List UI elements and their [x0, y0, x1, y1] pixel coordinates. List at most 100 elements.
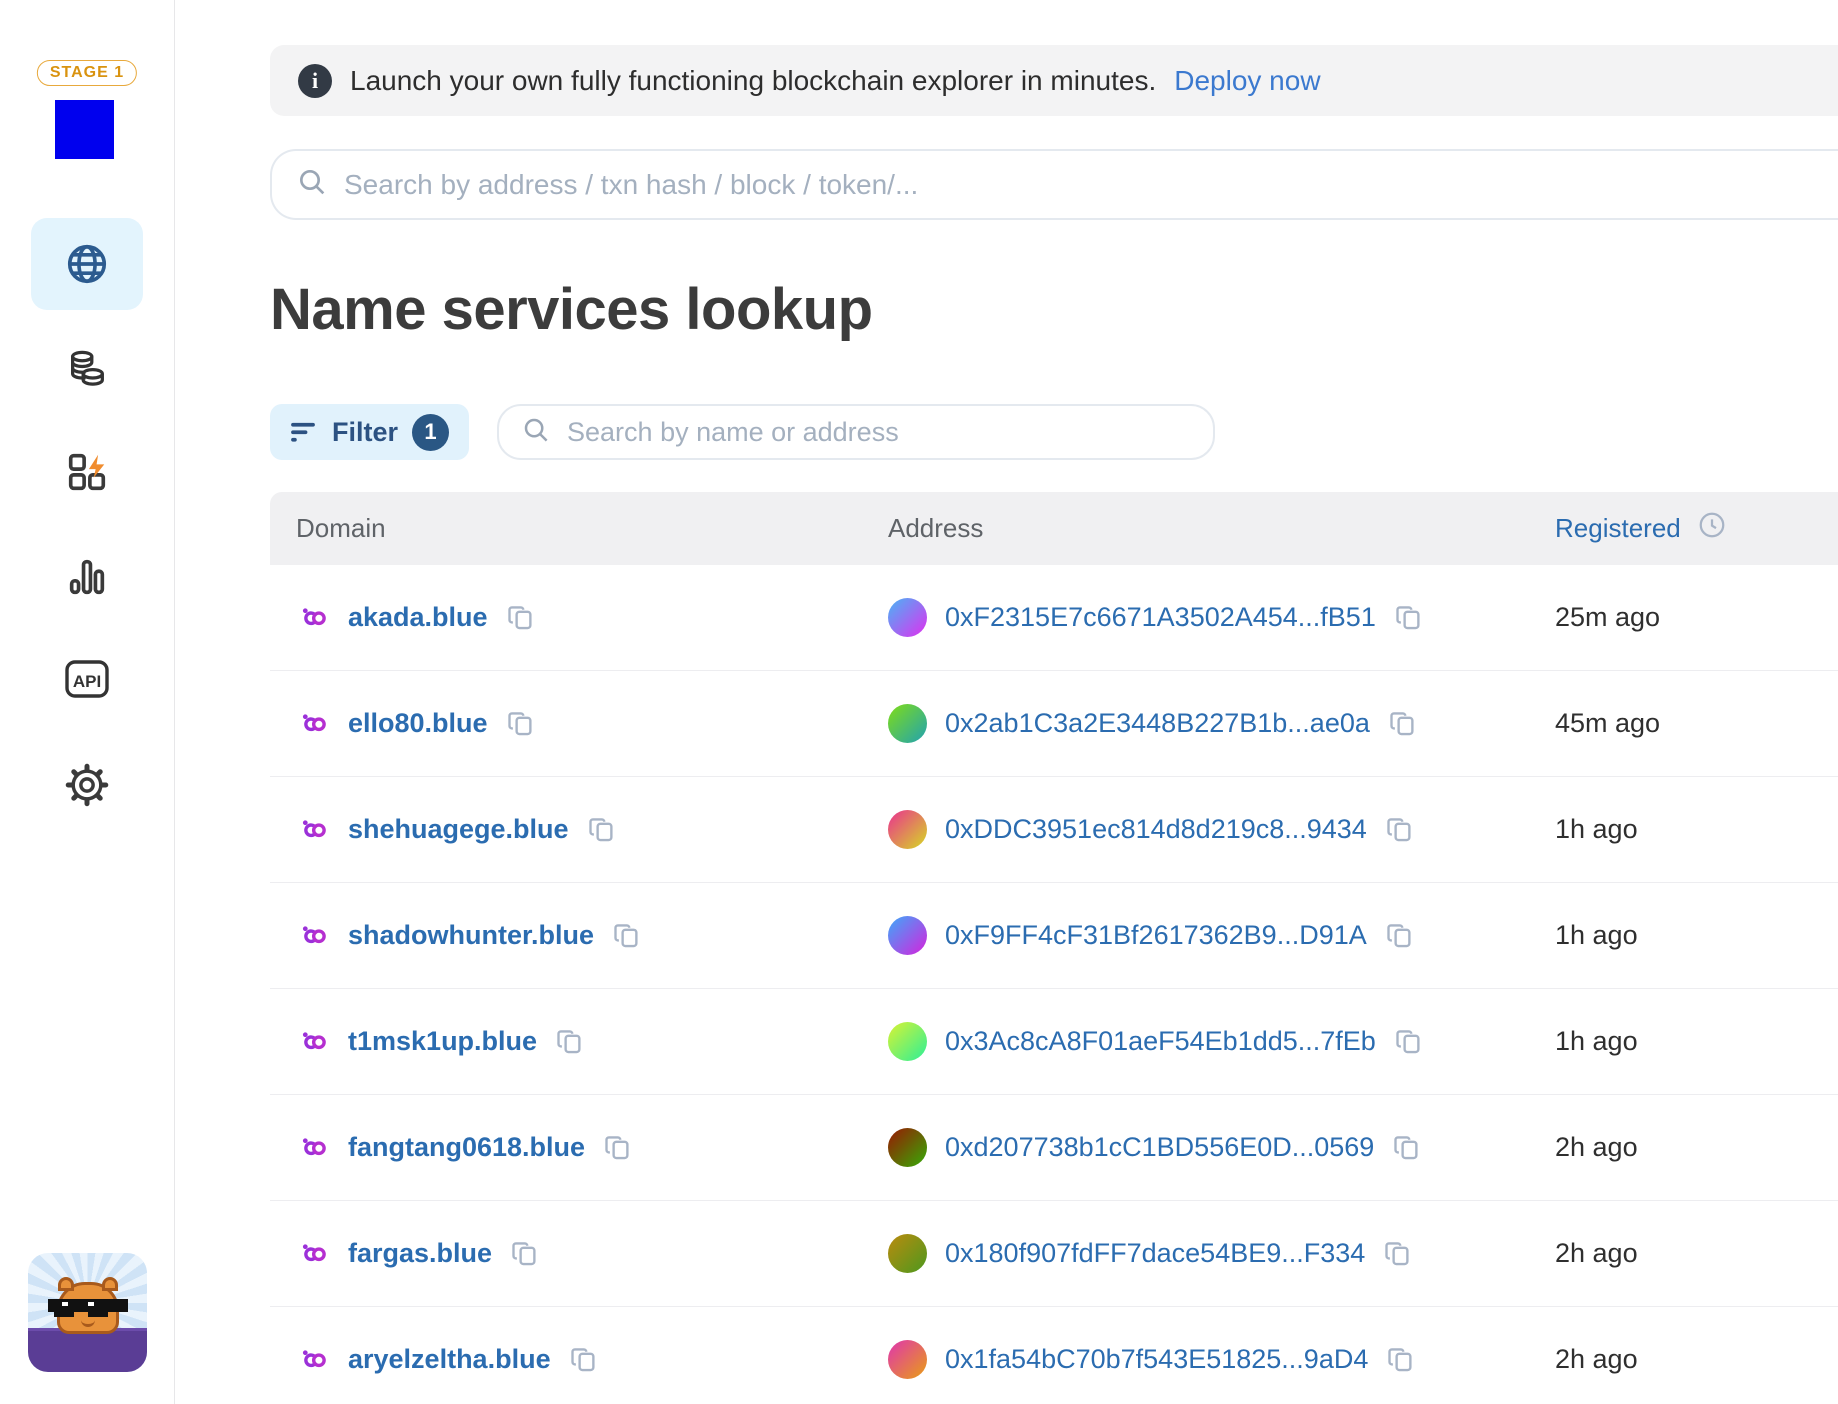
- sidebar-item-tokens[interactable]: [31, 323, 143, 415]
- name-service-icon: [296, 813, 330, 847]
- registered-time: 1h ago: [1555, 920, 1638, 951]
- svg-text:API: API: [73, 672, 101, 691]
- name-service-icon: [296, 1343, 330, 1377]
- domain-link[interactable]: aryelzeltha.blue: [348, 1344, 551, 1375]
- table-row: aryelzeltha.blue 0x1fa54bC70b7f543E51825.…: [270, 1307, 1838, 1404]
- stage-badge: STAGE 1: [37, 60, 137, 86]
- filter-label: Filter: [332, 417, 398, 448]
- filter-count-badge: 1: [412, 414, 449, 451]
- api-icon: API: [61, 653, 113, 705]
- copy-icon[interactable]: [1394, 603, 1424, 633]
- name-services-page: STAGE 1: [0, 0, 1838, 1404]
- copy-icon[interactable]: [1385, 815, 1415, 845]
- stats-icon: [64, 554, 110, 600]
- name-search-bar[interactable]: [497, 404, 1215, 460]
- table-row: fargas.blue 0x180f907fdFF7dace54BE9...F33…: [270, 1201, 1838, 1307]
- table-row: shadowhunter.blue 0xF9FF4cF31Bf2617362B9.…: [270, 883, 1838, 989]
- sidebar: STAGE 1: [0, 0, 175, 1404]
- app-logo[interactable]: [55, 100, 114, 159]
- copy-icon[interactable]: [1385, 921, 1415, 951]
- copy-icon[interactable]: [1392, 1133, 1422, 1163]
- address-avatar: [888, 916, 927, 955]
- domain-link[interactable]: shadowhunter.blue: [348, 920, 594, 951]
- table-row: ello80.blue 0x2ab1C3a2E3448B227B1b...ae0a…: [270, 671, 1838, 777]
- name-service-icon: [296, 919, 330, 953]
- copy-icon[interactable]: [555, 1027, 585, 1057]
- registered-time: 1h ago: [1555, 814, 1638, 845]
- registered-time: 25m ago: [1555, 602, 1660, 633]
- pixel-sunglasses: [48, 1299, 128, 1312]
- domain-link[interactable]: t1msk1up.blue: [348, 1026, 537, 1057]
- copy-icon[interactable]: [612, 921, 642, 951]
- global-search-input[interactable]: [344, 169, 1838, 201]
- sidebar-item-apps[interactable]: [31, 426, 143, 518]
- address-link[interactable]: 0x3Ac8cA8F01aeF54Eb1dd5...7fEb: [945, 1026, 1376, 1057]
- domain-link[interactable]: fargas.blue: [348, 1238, 492, 1269]
- address-avatar: [888, 1340, 927, 1379]
- sidebar-item-stats[interactable]: [31, 531, 143, 623]
- registered-time: 45m ago: [1555, 708, 1660, 739]
- copy-icon[interactable]: [1383, 1239, 1413, 1269]
- apps-lightning-icon: [64, 449, 110, 495]
- table-row: fangtang0618.blue 0xd207738b1cC1BD556E0D.…: [270, 1095, 1838, 1201]
- name-search-input[interactable]: [567, 417, 1191, 448]
- search-icon: [521, 415, 551, 450]
- capybara-avatar: [57, 1282, 119, 1334]
- clock-icon: [1697, 510, 1727, 547]
- address-link[interactable]: 0xF9FF4cF31Bf2617362B9...D91A: [945, 920, 1367, 951]
- copy-icon[interactable]: [587, 815, 617, 845]
- copy-icon[interactable]: [506, 709, 536, 739]
- name-service-icon: [296, 1237, 330, 1271]
- copy-icon[interactable]: [603, 1133, 633, 1163]
- address-avatar: [888, 810, 927, 849]
- promo-banner: i Launch your own fully functioning bloc…: [270, 45, 1838, 116]
- name-service-icon: [296, 707, 330, 741]
- table-header: Domain Address Registered: [270, 492, 1838, 565]
- sidebar-item-api[interactable]: API: [31, 633, 143, 725]
- address-link[interactable]: 0x1fa54bC70b7f543E51825...9aD4: [945, 1344, 1368, 1375]
- search-icon: [296, 166, 328, 203]
- address-avatar: [888, 1022, 927, 1061]
- copy-icon[interactable]: [510, 1239, 540, 1269]
- banner-text: Launch your own fully functioning blockc…: [350, 65, 1156, 97]
- column-header-address: Address: [888, 513, 1555, 544]
- name-service-icon: [296, 1131, 330, 1165]
- table-controls: Filter 1: [270, 404, 1215, 460]
- address-link[interactable]: 0x2ab1C3a2E3448B227B1b...ae0a: [945, 708, 1370, 739]
- address-avatar: [888, 1128, 927, 1167]
- filter-button[interactable]: Filter 1: [270, 404, 469, 460]
- address-link[interactable]: 0xd207738b1cC1BD556E0D...0569: [945, 1132, 1374, 1163]
- domain-link[interactable]: akada.blue: [348, 602, 488, 633]
- sidebar-item-explorer[interactable]: [31, 218, 143, 310]
- profile-avatar[interactable]: [28, 1253, 147, 1372]
- copy-icon[interactable]: [506, 603, 536, 633]
- address-avatar: [888, 704, 927, 743]
- copy-icon[interactable]: [1386, 1345, 1416, 1375]
- registered-time: 2h ago: [1555, 1238, 1638, 1269]
- address-avatar: [888, 598, 927, 637]
- filter-icon: [288, 416, 318, 449]
- copy-icon[interactable]: [1394, 1027, 1424, 1057]
- copy-icon[interactable]: [1388, 709, 1418, 739]
- sidebar-item-settings[interactable]: [31, 739, 143, 831]
- column-header-registered[interactable]: Registered: [1555, 510, 1727, 547]
- table-row: akada.blue 0xF2315E7c6671A3502A454...fB51…: [270, 565, 1838, 671]
- registered-time: 2h ago: [1555, 1132, 1638, 1163]
- domain-link[interactable]: ello80.blue: [348, 708, 488, 739]
- domain-link[interactable]: fangtang0618.blue: [348, 1132, 585, 1163]
- info-icon: i: [298, 64, 332, 98]
- address-link[interactable]: 0xDDC3951ec814d8d219c8...9434: [945, 814, 1367, 845]
- global-search-bar[interactable]: [270, 149, 1838, 220]
- page-title: Name services lookup: [270, 276, 873, 343]
- deploy-now-link[interactable]: Deploy now: [1174, 65, 1320, 97]
- domains-table: Domain Address Registered akada.blue0xF: [270, 492, 1838, 1404]
- avatar-background: [28, 1328, 147, 1372]
- address-link[interactable]: 0xF2315E7c6671A3502A454...fB51: [945, 602, 1376, 633]
- registered-time: 2h ago: [1555, 1344, 1638, 1375]
- table-row: shehuagege.blue 0xDDC3951ec814d8d219c8...…: [270, 777, 1838, 883]
- copy-icon[interactable]: [569, 1345, 599, 1375]
- column-header-domain: Domain: [270, 513, 888, 544]
- domain-link[interactable]: shehuagege.blue: [348, 814, 569, 845]
- settings-gear-icon: [64, 762, 110, 808]
- address-link[interactable]: 0x180f907fdFF7dace54BE9...F334: [945, 1238, 1365, 1269]
